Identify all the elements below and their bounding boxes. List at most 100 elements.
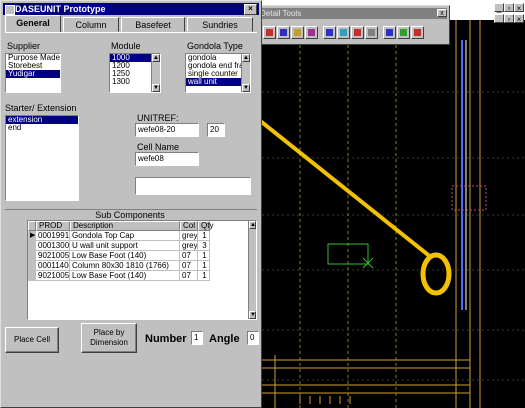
- tab-column[interactable]: Column: [63, 17, 119, 32]
- tool-icon-3[interactable]: [291, 26, 304, 39]
- table-row[interactable]: 1: [198, 231, 210, 241]
- list-item[interactable]: wall unit: [186, 78, 242, 86]
- list-item[interactable]: end: [6, 124, 78, 132]
- list-item[interactable]: gondola: [186, 54, 242, 62]
- supplier-label: Supplier: [7, 41, 41, 51]
- table-row[interactable]: 07: [180, 261, 198, 271]
- row-header: [28, 271, 36, 281]
- table-row[interactable]: 3: [198, 241, 210, 251]
- tool-icon-6[interactable]: [337, 26, 350, 39]
- gondola-type-list[interactable]: gondola gondola end frame single counter…: [185, 53, 251, 93]
- place-by-dimension-button[interactable]: Place by Dimension: [81, 323, 137, 353]
- tool-icon-7[interactable]: [351, 26, 364, 39]
- tab-basefeet[interactable]: Basefeet: [121, 17, 185, 32]
- table-row[interactable]: 07: [180, 251, 198, 261]
- list-item[interactable]: Yudigar: [6, 70, 60, 78]
- table-row[interactable]: Gondola Top Cap: [70, 231, 180, 241]
- table-row[interactable]: 90210055: [36, 271, 70, 281]
- grid-header-qty[interactable]: Qty: [198, 221, 213, 231]
- unitref-field[interactable]: wefe08-20: [135, 123, 199, 137]
- module-scrollbar[interactable]: ▲ ▼: [151, 54, 160, 92]
- child-minimize-icon[interactable]: _: [494, 14, 504, 24]
- cell-name-extra-field[interactable]: [135, 177, 251, 195]
- starter-extension-list[interactable]: extension end: [5, 115, 79, 201]
- scroll-down-icon[interactable]: ▼: [249, 311, 256, 319]
- tab-sundries[interactable]: Sundries: [187, 17, 253, 32]
- scroll-down-icon[interactable]: ▼: [152, 84, 160, 92]
- dialog-title: DASEUNIT Prototype: [15, 4, 106, 14]
- list-item[interactable]: 1300: [110, 78, 152, 86]
- sub-components-grid[interactable]: PROD Description Col Qty ▶ 00019912 Gond…: [27, 220, 257, 320]
- palette-close-icon[interactable]: x: [437, 9, 447, 17]
- grid-header-description[interactable]: Description: [70, 221, 180, 231]
- module-list[interactable]: 1000 1200 1250 1300 ▲ ▼: [109, 53, 161, 93]
- scroll-up-icon[interactable]: ▲: [152, 54, 160, 62]
- table-row[interactable]: Low Base Foot (140): [70, 251, 180, 261]
- number-label: Number: [145, 333, 187, 345]
- starter-extension-label: Starter/ Extension: [5, 103, 77, 113]
- list-item[interactable]: gondola end frame: [186, 62, 242, 70]
- grid-header-prod[interactable]: PROD: [36, 221, 70, 231]
- table-row[interactable]: 1: [198, 271, 210, 281]
- tab-divider: [5, 32, 257, 33]
- table-row[interactable]: U wall unit support: [70, 241, 180, 251]
- restore-icon[interactable]: ▫: [504, 3, 514, 13]
- list-item[interactable]: extension: [6, 116, 78, 124]
- row-pointer-icon: ▶: [28, 231, 36, 241]
- cell-name-label: Cell Name: [137, 142, 180, 152]
- child-restore-icon[interactable]: ▫: [504, 14, 514, 24]
- daseunit-dialog: DASEUNIT Prototype × General Column Base…: [0, 0, 262, 408]
- tool-icon-9[interactable]: [383, 26, 396, 39]
- table-row[interactable]: 00011400: [36, 261, 70, 271]
- close-icon[interactable]: ×: [244, 4, 257, 15]
- angle-field[interactable]: 0: [247, 331, 259, 345]
- tool-icon-5[interactable]: [323, 26, 336, 39]
- list-item[interactable]: single counter: [186, 70, 242, 78]
- list-item[interactable]: Storebest: [6, 62, 60, 70]
- table-row[interactable]: 1: [198, 251, 210, 261]
- supplier-list[interactable]: Purpose Made Storebest Yudigar: [5, 53, 61, 93]
- child-close-icon[interactable]: ×: [514, 14, 524, 24]
- minimize-icon[interactable]: _: [494, 3, 504, 13]
- close-icon[interactable]: ×: [514, 3, 524, 13]
- scroll-down-icon[interactable]: ▼: [242, 84, 250, 92]
- palette-title: Detail Tools: [257, 8, 447, 19]
- number-field[interactable]: 1: [191, 331, 203, 345]
- grid-header-col[interactable]: Col: [180, 221, 198, 231]
- sub-components-label: Sub Components: [95, 210, 165, 220]
- table-row[interactable]: Low Base Foot (140): [70, 271, 180, 281]
- tool-icon-4[interactable]: [305, 26, 318, 39]
- table-row[interactable]: grey: [180, 231, 198, 241]
- detail-tools-palette[interactable]: Detail Tools x: [254, 5, 450, 45]
- grid-scrollbar[interactable]: ▲ ▼: [248, 221, 256, 319]
- list-item[interactable]: 1000: [110, 54, 152, 62]
- section-divider: [5, 209, 257, 210]
- dialog-titlebar[interactable]: DASEUNIT Prototype ×: [3, 3, 259, 15]
- list-item[interactable]: 1200: [110, 62, 152, 70]
- table-row[interactable]: 90210055: [36, 251, 70, 261]
- table-row[interactable]: 00013006: [36, 241, 70, 251]
- list-item[interactable]: Purpose Made: [6, 54, 60, 62]
- table-row[interactable]: Column 80x30 1810 (1766): [70, 261, 180, 271]
- tab-general[interactable]: General: [5, 15, 61, 33]
- list-item[interactable]: 1250: [110, 70, 152, 78]
- scroll-up-icon[interactable]: ▲: [242, 54, 250, 62]
- gondola-scrollbar[interactable]: ▲ ▼: [241, 54, 250, 92]
- tool-icon-8[interactable]: [365, 26, 378, 39]
- app-icon: [5, 5, 15, 15]
- table-row[interactable]: 07: [180, 271, 198, 281]
- place-cell-button[interactable]: Place Cell: [5, 327, 59, 353]
- unitref-suffix-field[interactable]: 20: [207, 123, 225, 137]
- tool-icon-10[interactable]: [397, 26, 410, 39]
- table-row[interactable]: 1: [198, 261, 210, 271]
- table-row[interactable]: 00019912: [36, 231, 70, 241]
- table-row[interactable]: grey: [180, 241, 198, 251]
- tool-icon-1[interactable]: [263, 26, 276, 39]
- gondola-type-label: Gondola Type: [187, 41, 243, 51]
- row-header: [28, 241, 36, 251]
- module-label: Module: [111, 41, 141, 51]
- tool-icon-2[interactable]: [277, 26, 290, 39]
- scroll-up-icon[interactable]: ▲: [249, 221, 256, 229]
- tool-icon-11[interactable]: [411, 26, 424, 39]
- cell-name-field[interactable]: wefe08: [135, 152, 199, 166]
